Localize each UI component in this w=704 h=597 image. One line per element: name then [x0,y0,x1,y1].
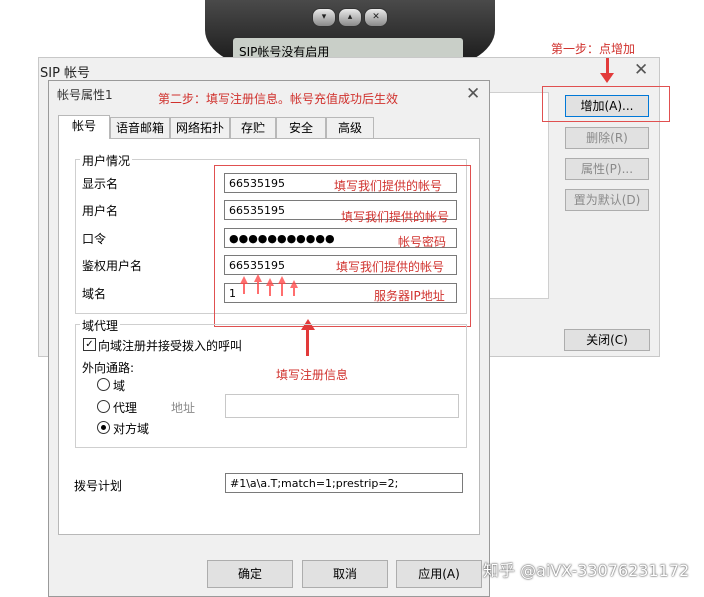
display-name-label: 显示名 [82,177,119,191]
tab-security[interactable]: 安全 [276,117,326,138]
dialog-close-icon[interactable]: ✕ [466,84,480,104]
tab-topology[interactable]: 网络拓扑 [170,117,230,138]
domain-value: 1 [229,287,236,300]
apply-button[interactable]: 应用(A) [396,560,482,588]
domain-label: 域名 [82,287,107,301]
phone-close-button[interactable]: ✕ [364,8,388,27]
display-name-hint: 填写我们提供的帐号 [334,179,443,193]
ok-button[interactable]: 确定 [207,560,293,588]
address-label: 地址 [171,401,196,415]
redaction-arrows-icon [240,274,298,296]
cancel-button[interactable]: 取消 [302,560,388,588]
dialog-title: 帐号属性1 [57,88,113,102]
watermark: 知乎 @aiVX-33076231172 [483,561,690,580]
dial-plan-value: #1\a\a.T;match=1;prestrip=2; [230,477,399,490]
redaction-arrows [238,270,308,300]
password-label: 口令 [82,232,107,246]
delete-account-button[interactable]: 删除(R) [565,127,649,149]
auth-user-hint: 填写我们提供的帐号 [336,260,445,274]
route-domain-radio[interactable] [97,378,110,391]
phone-up-button[interactable]: ▴ [338,8,362,27]
dial-plan-field[interactable]: #1\a\a.T;match=1;prestrip=2; [225,473,463,493]
sip-account-list[interactable] [489,92,549,299]
user-info-group-label: 用户情况 [80,152,133,169]
route-proxy-label: 代理 [113,401,138,415]
sip-window-title: SIP 帐号 [40,66,91,81]
add-account-button[interactable]: 增加(A)... [565,95,649,117]
register-checkbox-label: 向域注册并接受拨入的呼叫 [98,339,243,353]
outbound-route-label: 外向通路: [82,361,135,375]
password-hint: 帐号密码 [398,235,447,249]
auth-user-label: 鉴权用户名 [82,259,143,273]
display-name-value: 66535195 [229,177,285,190]
tab-account[interactable]: 帐号 [58,115,110,139]
domain-proxy-group-label: 域代理 [80,317,121,334]
sip-close-icon[interactable]: ✕ [634,60,648,80]
set-default-button[interactable]: 置为默认(D) [565,189,649,211]
step2-annotation: 第二步：填写注册信息。帐号充值成功后生效 [158,92,399,106]
route-target-domain-radio[interactable] [97,421,110,434]
route-target-domain-label: 对方域 [113,422,150,436]
step1-annotation: 第一步：点增加 [551,42,636,56]
dial-plan-label: 拨号计划 [74,479,123,493]
route-proxy-radio[interactable] [97,400,110,413]
user-name-hint: 填写我们提供的帐号 [341,210,450,224]
user-name-label: 用户名 [82,204,119,218]
phone-down-button[interactable]: ▾ [312,8,336,27]
register-checkbox[interactable]: ✓ [83,338,96,351]
tab-storage[interactable]: 存贮 [230,117,276,138]
domain-hint: 服务器IP地址 [374,289,445,303]
account-properties-button[interactable]: 属性(P)... [565,158,649,180]
user-name-value: 66535195 [229,204,285,217]
tab-advanced[interactable]: 高级 [326,117,374,138]
step1-arrow-shaft [606,58,609,74]
address-field[interactable] [225,394,459,418]
password-value: ●●●●●●●●●●● [229,232,335,245]
step1-arrow-head [600,73,614,83]
tab-voicemail[interactable]: 语音邮箱 [110,117,170,138]
route-domain-label: 域 [113,379,126,393]
close-window-button[interactable]: 关闭(C) [564,329,650,351]
